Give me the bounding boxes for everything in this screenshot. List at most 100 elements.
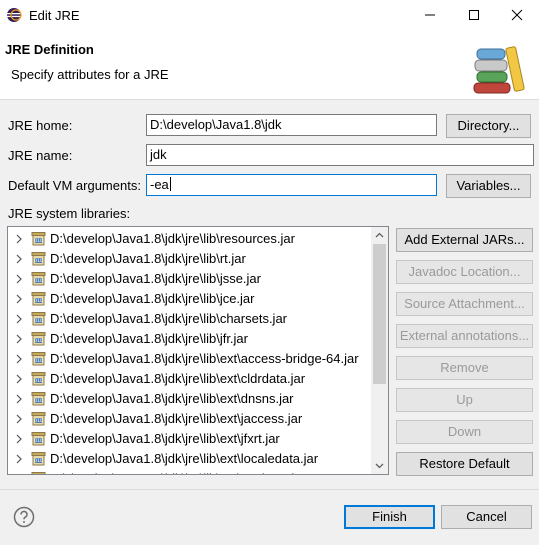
close-icon: [511, 9, 523, 21]
chevron-right-icon[interactable]: [15, 354, 23, 364]
scroll-thumb[interactable]: [373, 244, 386, 384]
jre-name-label: JRE name:: [8, 148, 73, 163]
library-item[interactable]: 010 D:\develop\Java1.8\jdk\jre\lib\ext\ja…: [8, 409, 374, 429]
library-path: D:\develop\Java1.8\jdk\jre\lib\jfr.jar: [50, 331, 248, 346]
title-bar: Edit JRE: [0, 0, 539, 31]
svg-text:010: 010: [34, 358, 43, 364]
library-item[interactable]: 010 D:\develop\Java1.8\jdk\jre\lib\ext\lo…: [8, 449, 374, 469]
finish-button[interactable]: Finish: [344, 505, 435, 529]
chevron-right-icon[interactable]: [15, 314, 23, 324]
chevron-right-icon[interactable]: [15, 274, 23, 284]
svg-text:010: 010: [34, 278, 43, 284]
jar-icon: 010: [31, 232, 46, 246]
window-title: Edit JRE: [29, 8, 80, 23]
restore-default-button[interactable]: Restore Default: [396, 452, 533, 476]
library-path: D:\develop\Java1.8\jdk\jre\lib\ext\jfxrt…: [50, 431, 280, 446]
javadoc-location-button[interactable]: Javadoc Location...: [396, 260, 533, 284]
jar-icon: 010: [31, 352, 46, 366]
chevron-right-icon[interactable]: [15, 454, 23, 464]
jar-icon: 010: [31, 312, 46, 326]
help-icon[interactable]: [13, 506, 35, 528]
vertical-scrollbar[interactable]: [371, 227, 388, 474]
jar-icon: 010: [31, 332, 46, 346]
jar-icon: 010: [31, 432, 46, 446]
chevron-right-icon[interactable]: [15, 334, 23, 344]
maximize-button[interactable]: [452, 0, 496, 31]
jar-icon: 010: [31, 272, 46, 286]
down-button[interactable]: Down: [396, 420, 533, 444]
library-path: D:\develop\Java1.8\jdk\jre\lib\ext\local…: [50, 451, 319, 466]
footer-divider: [0, 489, 539, 490]
chevron-right-icon[interactable]: [15, 414, 23, 424]
library-path: D:\develop\Java1.8\jdk\jre\lib\jce.jar: [50, 291, 255, 306]
svg-text:010: 010: [34, 318, 43, 324]
library-path: D:\develop\Java1.8\jdk\jre\lib\jsse.jar: [50, 271, 261, 286]
library-item[interactable]: 010 D:\develop\Java1.8\jdk\jre\lib\ext\ac…: [8, 349, 374, 369]
library-item[interactable]: 010 D:\develop\Java1.8\jdk\jre\lib\charse…: [8, 309, 374, 329]
library-item[interactable]: 010 D:\develop\Java1.8\jdk\jre\lib\ext\jf…: [8, 429, 374, 449]
scroll-up-button[interactable]: [371, 227, 388, 244]
vm-arguments-field[interactable]: -ea: [146, 174, 437, 196]
library-path: D:\develop\Java1.8\jdk\jre\lib\resources…: [50, 231, 295, 246]
header-title: JRE Definition: [5, 42, 94, 57]
svg-text:010: 010: [34, 338, 43, 344]
libraries-label: JRE system libraries:: [8, 206, 131, 221]
chevron-right-icon[interactable]: [15, 374, 23, 384]
library-item[interactable]: 010 D:\develop\Java1.8\jdk\jre\lib\jce.ja…: [8, 289, 374, 309]
library-item[interactable]: 010 D:\develop\Java1.8\jdk\jre\lib\resour…: [8, 229, 374, 249]
up-button[interactable]: Up: [396, 388, 533, 412]
jre-name-field[interactable]: jdk: [146, 144, 534, 166]
close-button[interactable]: [495, 0, 539, 31]
vm-arguments-value: -ea: [150, 177, 169, 192]
svg-text:010: 010: [34, 458, 43, 464]
jre-home-label: JRE home:: [8, 118, 73, 133]
variables-button[interactable]: Variables...: [446, 174, 531, 198]
cancel-button[interactable]: Cancel: [441, 505, 532, 529]
dialog-header: JRE Definition Specify attributes for a …: [0, 31, 539, 100]
library-item[interactable]: 010 D:\develop\Java1.8\jdk\jre\lib\jfr.ja…: [8, 329, 374, 349]
svg-text:010: 010: [34, 438, 43, 444]
minimize-button[interactable]: [408, 0, 452, 31]
jre-home-field[interactable]: D:\develop\Java1.8\jdk: [146, 114, 437, 136]
chevron-right-icon[interactable]: [15, 294, 23, 304]
text-caret: [169, 177, 171, 191]
library-path: D:\develop\Java1.8\jdk\jre\lib\ext\acces…: [50, 351, 359, 366]
jar-icon: 010: [31, 472, 46, 474]
svg-text:010: 010: [34, 398, 43, 404]
chevron-up-icon: [375, 232, 384, 238]
library-path: D:\develop\Java1.8\jdk\jre\lib\ext\jacce…: [50, 411, 303, 426]
library-item[interactable]: 010 D:\develop\Java1.8\jdk\jre\lib\ext\na…: [8, 469, 374, 475]
library-item[interactable]: 010 D:\develop\Java1.8\jdk\jre\lib\ext\cl…: [8, 369, 374, 389]
chevron-right-icon[interactable]: [15, 254, 23, 264]
jar-icon: 010: [31, 252, 46, 266]
add-external-jars-button[interactable]: Add External JARs...: [396, 228, 533, 252]
remove-button[interactable]: Remove: [396, 356, 533, 380]
library-item[interactable]: 010 D:\develop\Java1.8\jdk\jre\lib\ext\dn…: [8, 389, 374, 409]
chevron-down-icon: [375, 463, 384, 469]
scroll-down-button[interactable]: [371, 457, 388, 474]
library-item[interactable]: 010 D:\develop\Java1.8\jdk\jre\lib\rt.jar: [8, 249, 374, 269]
library-path: D:\develop\Java1.8\jdk\jre\lib\rt.jar: [50, 251, 246, 266]
maximize-icon: [469, 10, 479, 20]
jar-icon: 010: [31, 372, 46, 386]
library-path: D:\develop\Java1.8\jdk\jre\lib\ext\cldrd…: [50, 371, 306, 386]
external-annotations-button[interactable]: External annotations...: [396, 324, 533, 348]
jre-libraries-tree[interactable]: 010 D:\develop\Java1.8\jdk\jre\lib\resour…: [7, 226, 389, 475]
library-books-icon: [473, 46, 525, 94]
jar-icon: 010: [31, 452, 46, 466]
chevron-right-icon[interactable]: [15, 434, 23, 444]
vm-arguments-label: Default VM arguments:: [8, 178, 141, 193]
svg-text:010: 010: [34, 378, 43, 384]
library-path: D:\develop\Java1.8\jdk\jre\lib\charsets.…: [50, 311, 288, 326]
source-attachment-button[interactable]: Source Attachment...: [396, 292, 533, 316]
jar-icon: 010: [31, 292, 46, 306]
chevron-right-icon[interactable]: [15, 234, 23, 244]
jar-icon: 010: [31, 392, 46, 406]
svg-text:010: 010: [34, 298, 43, 304]
directory-button[interactable]: Directory...: [446, 114, 531, 138]
minimize-icon: [425, 14, 435, 16]
chevron-right-icon[interactable]: [15, 394, 23, 404]
chevron-right-icon[interactable]: [15, 474, 23, 475]
svg-text:010: 010: [34, 418, 43, 424]
library-item[interactable]: 010 D:\develop\Java1.8\jdk\jre\lib\jsse.j…: [8, 269, 374, 289]
